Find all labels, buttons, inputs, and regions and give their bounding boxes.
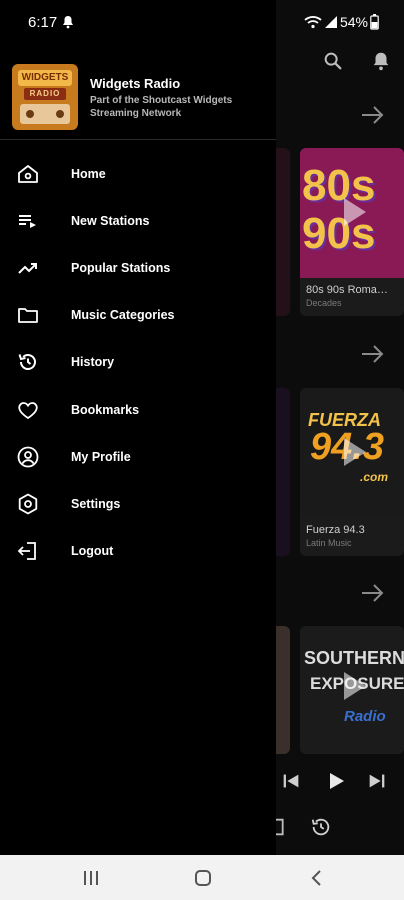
- recent-apps-icon[interactable]: [80, 867, 104, 889]
- section-arrow-icon[interactable]: [360, 104, 386, 126]
- section-arrow-icon[interactable]: [360, 582, 386, 604]
- home-icon: [16, 162, 40, 186]
- logout-icon: [16, 539, 40, 563]
- folder-icon: [16, 303, 40, 327]
- skip-previous-icon[interactable]: [280, 770, 302, 792]
- status-time: 6:17: [28, 14, 58, 31]
- profile-icon: [16, 445, 40, 469]
- play-icon[interactable]: [324, 769, 348, 793]
- menu-item-label: Popular Stations: [71, 260, 171, 275]
- menu-item-popular-stations[interactable]: Popular Stations: [0, 244, 276, 291]
- menu-item-bookmarks[interactable]: Bookmarks: [0, 386, 276, 433]
- play-icon[interactable]: [344, 438, 366, 466]
- station-artwork: 80s 90s: [300, 148, 404, 278]
- drawer-menu: Home New Stations Popular Stations Music…: [0, 150, 276, 575]
- status-bar: 6:17 54%: [0, 0, 404, 44]
- bell-icon[interactable]: [370, 50, 392, 72]
- trending-up-icon: [16, 256, 40, 280]
- search-icon[interactable]: [322, 50, 344, 72]
- wifi-icon: [304, 15, 322, 29]
- logo-text: WIDGETS: [18, 70, 72, 86]
- menu-item-my-profile[interactable]: My Profile: [0, 433, 276, 480]
- card-edge: [276, 626, 290, 754]
- menu-item-label: Bookmarks: [71, 402, 140, 417]
- skip-next-icon[interactable]: [366, 770, 388, 792]
- app-tagline: Part of the Shoutcast Widgets Streaming …: [90, 95, 233, 119]
- menu-item-home[interactable]: Home: [0, 150, 276, 197]
- menu-item-logout[interactable]: Logout: [0, 528, 276, 575]
- menu-item-label: Logout: [71, 544, 114, 559]
- navigation-drawer: WIDGETS RADIO Widgets Radio Part of the …: [0, 0, 276, 855]
- menu-item-label: My Profile: [71, 449, 131, 464]
- battery-percent: 54%: [339, 14, 368, 30]
- art-text: Radio: [344, 708, 386, 725]
- station-title: Fuerza 94.3: [306, 524, 365, 536]
- station-card[interactable]: 80s 90s 80s 90s Roma… Decades: [300, 148, 404, 316]
- menu-item-settings[interactable]: Settings: [0, 480, 276, 527]
- station-card[interactable]: SOUTHERN EXPOSURE Radio: [300, 626, 404, 754]
- station-genre: Latin Music: [306, 538, 352, 548]
- menu-item-label: History: [71, 355, 115, 370]
- menu-item-label: Music Categories: [71, 308, 175, 323]
- logo-knob: [26, 110, 34, 118]
- app-logo: WIDGETS RADIO: [12, 64, 78, 130]
- back-icon[interactable]: [306, 867, 330, 889]
- card-edge: [276, 148, 290, 316]
- station-genre: Decades: [306, 298, 342, 308]
- logo-knob: [56, 110, 64, 118]
- section-arrow-icon[interactable]: [360, 343, 386, 365]
- drawer-header: WIDGETS RADIO Widgets Radio Part of the …: [0, 58, 276, 140]
- menu-item-label: Home: [71, 166, 106, 181]
- play-icon[interactable]: [344, 672, 366, 700]
- logo-text: RADIO: [24, 88, 66, 100]
- station-artwork: FUERZA 94.3 .com: [300, 388, 404, 518]
- menu-item-music-categories[interactable]: Music Categories: [0, 292, 276, 339]
- menu-item-label: New Stations: [71, 213, 150, 228]
- menu-item-new-stations[interactable]: New Stations: [0, 197, 276, 244]
- settings-icon: [16, 492, 40, 516]
- station-card[interactable]: FUERZA 94.3 .com Fuerza 94.3 Latin Music: [300, 388, 404, 556]
- art-text: .com: [360, 470, 389, 484]
- history-tab-icon[interactable]: [310, 816, 332, 838]
- history-icon: [16, 350, 40, 374]
- play-icon[interactable]: [344, 198, 366, 226]
- system-navigation-bar: [0, 855, 404, 900]
- art-text: SOUTHERN: [304, 648, 404, 668]
- signal-icon: [324, 15, 338, 29]
- card-edge: [276, 388, 290, 556]
- home-nav-icon[interactable]: [192, 867, 216, 889]
- app-name: Widgets Radio: [90, 76, 181, 91]
- menu-item-history[interactable]: History: [0, 339, 276, 386]
- station-title: 80s 90s Roma…: [306, 284, 388, 296]
- notification-icon: [62, 15, 74, 29]
- heart-icon: [16, 398, 40, 422]
- playlist-add-icon: [16, 209, 40, 233]
- battery-icon: [370, 14, 379, 30]
- station-artwork: SOUTHERN EXPOSURE Radio: [300, 626, 404, 754]
- menu-item-label: Settings: [71, 496, 121, 511]
